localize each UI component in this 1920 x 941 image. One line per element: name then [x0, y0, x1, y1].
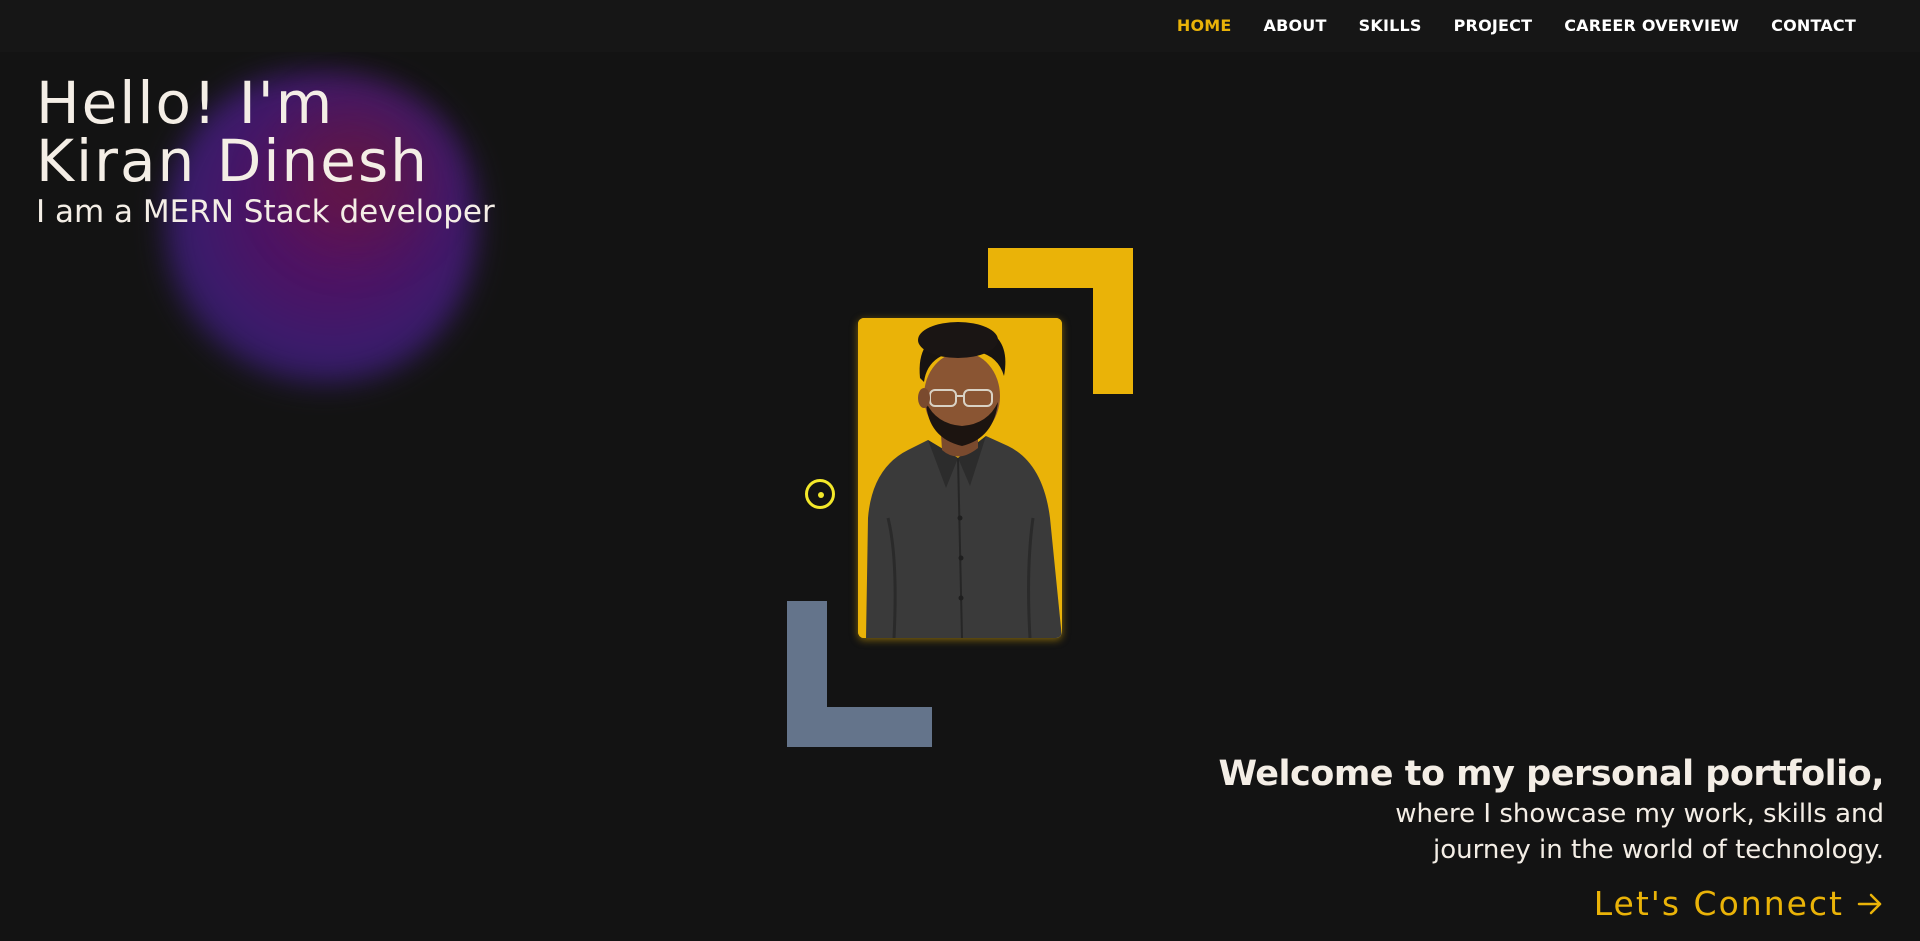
- nav-item-career-overview[interactable]: CAREER OVERVIEW: [1564, 16, 1739, 35]
- cursor-dot: [818, 492, 824, 498]
- lets-connect-label: Let's Connect: [1593, 884, 1844, 923]
- nav-item-contact[interactable]: CONTACT: [1771, 16, 1856, 35]
- nav-item-skills[interactable]: SKILLS: [1359, 16, 1422, 35]
- navbar: HOME ABOUT SKILLS PROJECT CAREER OVERVIE…: [0, 0, 1920, 52]
- hero-subtitle: I am a MERN Stack developer: [36, 194, 495, 230]
- welcome-line-2: journey in the world of technology.: [1433, 835, 1884, 865]
- nav-item-about[interactable]: ABOUT: [1264, 16, 1327, 35]
- profile-photo-illustration: [858, 318, 1062, 638]
- welcome-line-1: where I showcase my work, skills and: [1395, 799, 1884, 829]
- hero-title: Hello! I'm Kiran Dinesh: [36, 74, 429, 190]
- arrow-right-icon: [1857, 893, 1882, 914]
- profile-photo: [858, 318, 1062, 638]
- lets-connect-button[interactable]: Let's Connect: [1594, 884, 1884, 923]
- frame-bar: [1093, 248, 1133, 394]
- hero-title-line1: Hello! I'm: [36, 69, 335, 137]
- portfolio-page: HOME ABOUT SKILLS PROJECT CAREER OVERVIE…: [0, 0, 1920, 941]
- nav-item-home[interactable]: HOME: [1177, 16, 1232, 35]
- frame-bar: [787, 707, 932, 747]
- nav-item-project[interactable]: PROJECT: [1454, 16, 1533, 35]
- cursor-target-icon: [805, 479, 835, 509]
- welcome-heading: Welcome to my personal portfolio,: [1218, 754, 1884, 794]
- nav-links: HOME ABOUT SKILLS PROJECT CAREER OVERVIE…: [1145, 16, 1856, 35]
- welcome-block: Welcome to my personal portfolio, where …: [1218, 752, 1884, 868]
- hero-title-line2: Kiran Dinesh: [36, 127, 429, 195]
